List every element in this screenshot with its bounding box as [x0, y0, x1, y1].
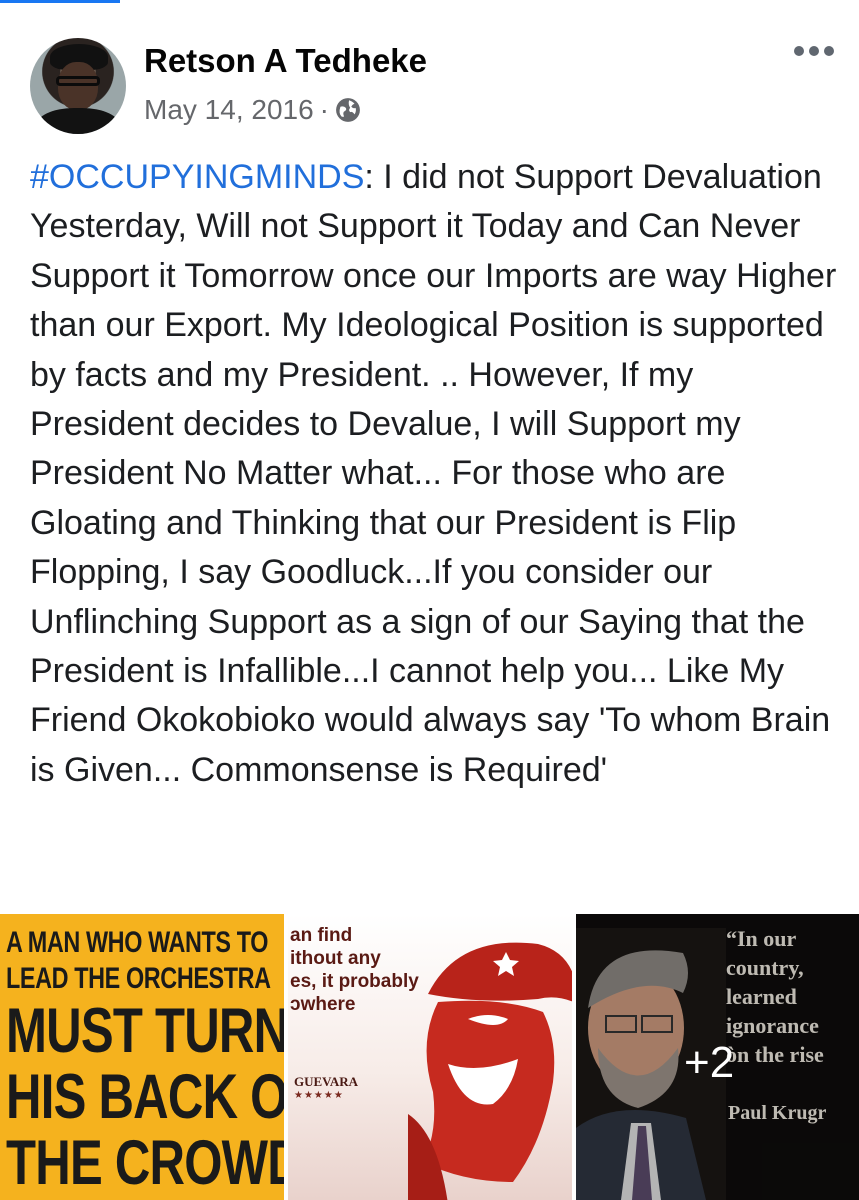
quote-line-5: THE CROWD.	[6, 1127, 284, 1198]
post-date[interactable]: May 14, 2016	[144, 94, 314, 126]
quote-line-3: MUST TURN	[6, 996, 284, 1066]
post-header: Retson A Tedheke May 14, 2016 ·	[30, 38, 840, 138]
orchestra-quote-text: A MAN WHO WANTS TO LEAD THE ORCHESTRA MU…	[6, 928, 284, 1195]
globe-icon[interactable]	[335, 97, 361, 123]
top-accent-bar	[0, 0, 120, 3]
quote-line-4: HIS BACK ON	[6, 1061, 284, 1132]
che-signature: GUEVARA	[294, 1074, 359, 1089]
photo-krugman-quote[interactable]: “In our country, learned ignorance òn th…	[576, 914, 859, 1200]
photo-che-guevara[interactable]: an find ithout any es, it probably ɔwher…	[288, 914, 572, 1200]
che-guevara-illustration	[408, 942, 572, 1200]
hashtag-link[interactable]: #OCCUPYINGMINDS	[30, 158, 364, 196]
post-text: #OCCUPYINGMINDS: I did not Support Deval…	[30, 153, 845, 795]
author-name[interactable]: Retson A Tedheke	[144, 42, 427, 80]
quote-line-1: A MAN WHO WANTS TO	[6, 926, 269, 959]
more-photos-count[interactable]: +2	[684, 1038, 734, 1088]
photo-gallery: A MAN WHO WANTS TO LEAD THE ORCHESTRA MU…	[0, 910, 859, 1200]
avatar[interactable]	[30, 38, 126, 134]
quote-line-2: LEAD THE ORCHESTRA	[6, 962, 271, 995]
photo-orchestra-quote[interactable]: A MAN WHO WANTS TO LEAD THE ORCHESTRA MU…	[0, 914, 284, 1200]
che-stars: ★★★★★	[294, 1090, 344, 1101]
meta-separator: ·	[319, 94, 329, 125]
more-options-icon[interactable]	[790, 42, 838, 60]
post-body: : I did not Support Devaluation Yesterda…	[30, 158, 837, 789]
post-meta: May 14, 2016 ·	[144, 94, 361, 126]
che-quote-text: an find ithout any es, it probably ɔwher…	[290, 925, 419, 1015]
